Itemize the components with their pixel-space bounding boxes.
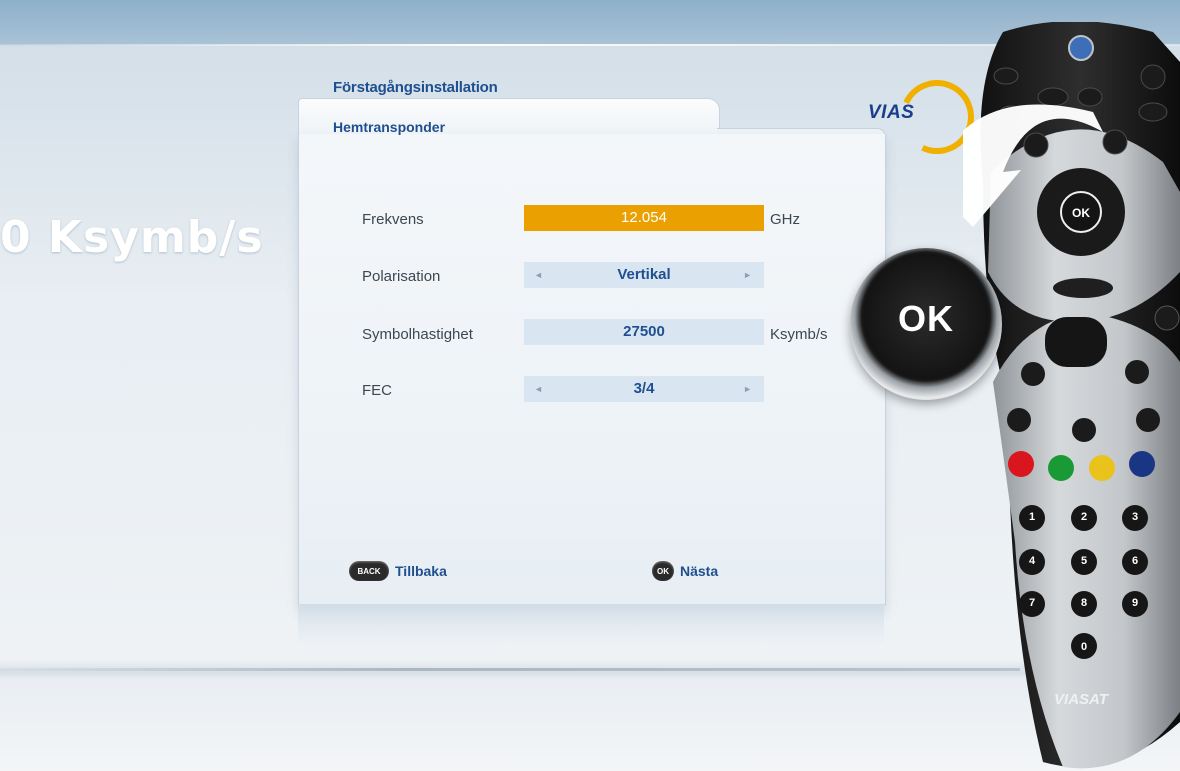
red-button[interactable] — [1008, 451, 1034, 477]
blue-button[interactable] — [1129, 451, 1155, 477]
remote-brand: VIASAT — [1054, 691, 1110, 708]
symbolhastighet-field[interactable]: 27500 — [524, 319, 764, 345]
frekvens-unit: GHz — [770, 211, 800, 228]
tv-button[interactable] — [993, 67, 1019, 85]
info-button[interactable] — [1023, 132, 1049, 158]
frekvens-label: Frekvens — [362, 211, 424, 228]
back-remote-button[interactable] — [1053, 278, 1113, 298]
key-1-label: 1 — [1029, 511, 1035, 523]
itv-button[interactable] — [1077, 87, 1103, 107]
polarisation-selector[interactable]: ◄ Vertikal ► — [524, 262, 764, 288]
remote-control: OK 1 2 3 4 5 6 7 8 9 0 VIASAT — [963, 22, 1180, 769]
play-pause-button[interactable] — [1045, 317, 1107, 367]
mute-button[interactable] — [1072, 418, 1096, 442]
power-button[interactable] — [1140, 64, 1166, 90]
viasat-button[interactable] — [1068, 35, 1094, 61]
panel-reflection — [298, 604, 884, 644]
ok-zoom-label: OK — [898, 298, 954, 339]
help-button[interactable] — [1136, 408, 1160, 432]
key-4-label: 4 — [1029, 555, 1036, 567]
key-8-label: 8 — [1081, 597, 1087, 609]
fec-label: FEC — [362, 382, 392, 399]
record-button[interactable] — [1021, 362, 1045, 386]
back-key-icon: BACK — [349, 561, 389, 581]
key-2-label: 2 — [1081, 511, 1087, 523]
next-button[interactable]: OK Nästa — [652, 560, 718, 582]
tab-label: Hemtransponder — [333, 119, 446, 135]
planner-button[interactable] — [1138, 102, 1168, 122]
left-arrow-icon[interactable]: ◄ — [534, 376, 543, 402]
left-arrow-icon[interactable]: ◄ — [534, 262, 543, 288]
fec-value: 3/4 — [633, 380, 655, 397]
yellow-button[interactable] — [1089, 455, 1115, 481]
green-button[interactable] — [1048, 455, 1074, 481]
fast-forward-button[interactable] — [1154, 305, 1180, 331]
ok-button-label: OK — [1072, 206, 1090, 220]
key-0-label: 0 — [1081, 641, 1087, 653]
ticket-button[interactable] — [1037, 87, 1069, 107]
viasat-logo: VIAS — [868, 102, 915, 123]
key-9-label: 9 — [1132, 597, 1138, 609]
stop-button[interactable] — [1125, 360, 1149, 384]
exit-button[interactable] — [1102, 129, 1128, 155]
setup-button[interactable] — [1007, 408, 1031, 432]
ok-key-icon: OK — [652, 561, 674, 581]
key-7-label: 7 — [1029, 597, 1035, 609]
back-label: Tillbaka — [395, 563, 447, 579]
page-title: Förstagångsinstallation — [333, 79, 498, 96]
symbolhastighet-unit: Ksymb/s — [770, 326, 828, 343]
floor-line — [0, 668, 1020, 671]
back-button[interactable]: BACK Tillbaka — [349, 560, 447, 582]
right-arrow-icon[interactable]: ► — [743, 376, 752, 402]
key-5-label: 5 — [1081, 555, 1087, 567]
right-arrow-icon[interactable]: ► — [743, 262, 752, 288]
polarisation-value: Vertikal — [617, 266, 671, 283]
key-6-label: 6 — [1132, 555, 1138, 567]
key-3-label: 3 — [1132, 511, 1138, 523]
fec-selector[interactable]: ◄ 3/4 ► — [524, 376, 764, 402]
symbolhastighet-label: Symbolhastighet — [362, 326, 473, 343]
symbol-rate-caption: 0 Ksymb/s — [0, 212, 264, 263]
polarisation-label: Polarisation — [362, 268, 441, 285]
next-label: Nästa — [680, 563, 719, 579]
frekvens-field[interactable]: 12.054 — [524, 205, 764, 231]
